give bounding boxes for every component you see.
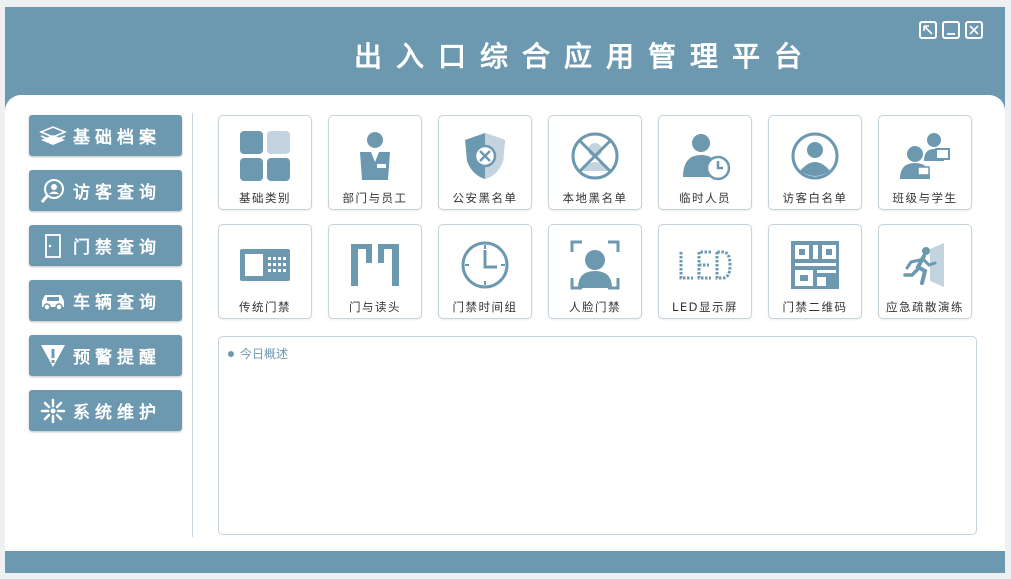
tile-grid: 基础类别 部门与员工 公安黑名单 本地黑名单 临时人员 访客白名单 班级与学生 … <box>218 115 988 333</box>
led-icon <box>675 239 735 291</box>
tile-access-time-group[interactable]: 门禁时间组 <box>438 224 532 319</box>
sidebar-item-visitor-query[interactable]: 访客查询 <box>29 170 182 211</box>
emergency-exit-icon <box>895 239 955 291</box>
tile-face-access[interactable]: 人脸门禁 <box>548 224 642 319</box>
sidebar-divider <box>192 113 193 537</box>
sidebar-item-label: 门禁查询 <box>73 238 161 258</box>
tile-label: 部门与员工 <box>342 191 408 205</box>
tile-class-student[interactable]: 班级与学生 <box>878 115 972 210</box>
tile-label: 基础类别 <box>239 191 291 205</box>
tile-label: 班级与学生 <box>892 191 958 205</box>
tile-label: 访客白名单 <box>782 191 848 205</box>
sidebar-item-label: 基础档案 <box>73 128 161 148</box>
tile-traditional-access[interactable]: 传统门禁 <box>218 224 312 319</box>
summary-title: 今日概述 <box>240 347 289 361</box>
tile-led-display[interactable]: LED显示屏 <box>658 224 752 319</box>
face-scan-icon <box>565 239 625 291</box>
sidebar-item-maintenance[interactable]: 系统维护 <box>29 390 182 431</box>
tile-local-blacklist[interactable]: 本地黑名单 <box>548 115 642 210</box>
restore-button[interactable] <box>919 21 937 39</box>
bullet-icon <box>228 350 234 357</box>
temp-person-clock-icon <box>675 130 735 182</box>
restore-icon <box>923 25 933 35</box>
gear-icon <box>38 398 68 424</box>
tile-row: 传统门禁 门与读头 门禁时间组 人脸门禁 LED显示屏 门禁二维码 应急疏散演练 <box>218 224 988 319</box>
warning-icon <box>38 343 68 369</box>
tile-label: 门禁二维码 <box>782 300 848 314</box>
tile-access-qrcode[interactable]: 门禁二维码 <box>768 224 862 319</box>
employee-icon <box>345 130 405 182</box>
tile-label: 门禁时间组 <box>452 300 518 314</box>
sidebar-item-basic-records[interactable]: 基础档案 <box>29 115 182 156</box>
tile-police-blacklist[interactable]: 公安黑名单 <box>438 115 532 210</box>
tile-label: 临时人员 <box>679 191 731 205</box>
sidebar-item-label: 访客查询 <box>73 183 161 203</box>
tile-row: 基础类别 部门与员工 公安黑名单 本地黑名单 临时人员 访客白名单 班级与学生 <box>218 115 988 210</box>
minimize-button[interactable] <box>942 21 960 39</box>
tile-temporary-personnel[interactable]: 临时人员 <box>658 115 752 210</box>
tile-label: 人脸门禁 <box>569 300 621 314</box>
close-icon <box>969 25 979 35</box>
visitor-person-icon <box>785 130 845 182</box>
tile-label: 传统门禁 <box>239 300 291 314</box>
tile-label: 门与读头 <box>349 300 401 314</box>
tile-label: 本地黑名单 <box>562 191 628 205</box>
sidebar-item-vehicle-query[interactable]: 车辆查询 <box>29 280 182 321</box>
books-icon <box>38 123 68 149</box>
tile-visitor-whitelist[interactable]: 访客白名单 <box>768 115 862 210</box>
sidebar-item-label: 车辆查询 <box>73 293 161 313</box>
sidebar-item-label: 预警提醒 <box>73 348 161 368</box>
sidebar-item-alert[interactable]: 预警提醒 <box>29 335 182 376</box>
tile-label: 应急疏散演练 <box>886 300 964 314</box>
card-reader-icon <box>235 239 295 291</box>
category-grid-icon <box>235 130 295 182</box>
tile-department-employee[interactable]: 部门与员工 <box>328 115 422 210</box>
door-icon <box>38 233 68 259</box>
car-icon <box>38 288 68 314</box>
police-shield-icon <box>455 130 515 182</box>
app-title: 出入口综合应用管理平台 <box>353 40 816 73</box>
sidebar-item-label: 系统维护 <box>73 403 161 423</box>
minimize-icon <box>947 33 955 35</box>
close-button[interactable] <box>965 21 983 39</box>
visitor-search-icon <box>38 178 68 204</box>
tile-door-reader[interactable]: 门与读头 <box>328 224 422 319</box>
qrcode-icon <box>785 239 845 291</box>
window-controls <box>919 21 983 39</box>
tile-basic-category[interactable]: 基础类别 <box>218 115 312 210</box>
main-content: 基础档案 访客查询 门禁查询 车辆查询 预警提醒 系统维护 基础类别 部门与员工… <box>5 95 1005 551</box>
tile-label: 公安黑名单 <box>452 191 518 205</box>
door-reader-icon <box>345 239 405 291</box>
teacher-student-icon <box>895 130 955 182</box>
tile-label: LED显示屏 <box>671 300 739 314</box>
app-window: 出入口综合应用管理平台 基础档案 访客查询 门禁查询 车辆查询 预警提醒 系统维… <box>5 7 1005 573</box>
summary-header: 今日概述 <box>228 345 288 362</box>
sidebar-item-access-query[interactable]: 门禁查询 <box>29 225 182 266</box>
clock-icon <box>455 239 515 291</box>
tile-emergency-drill[interactable]: 应急疏散演练 <box>878 224 972 319</box>
today-summary-panel: 今日概述 <box>218 336 977 535</box>
sidebar: 基础档案 访客查询 门禁查询 车辆查询 预警提醒 系统维护 <box>29 115 182 445</box>
blocked-person-icon <box>565 130 625 182</box>
